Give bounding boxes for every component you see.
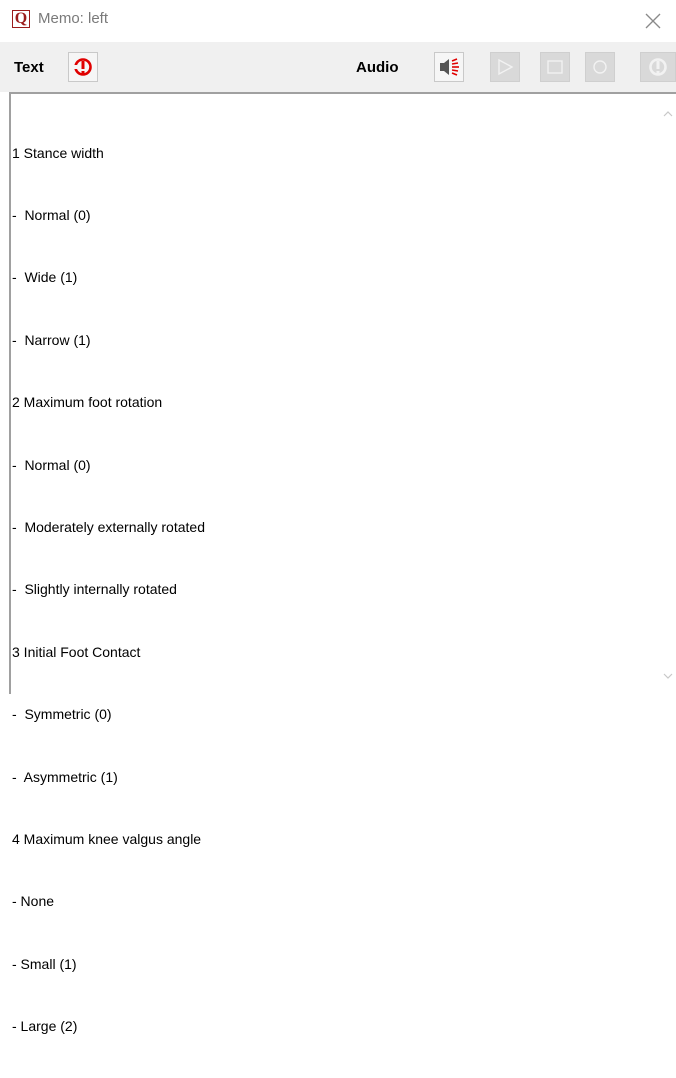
- memo-line: 1 Stance width: [12, 144, 104, 161]
- audio-speak-icon: [649, 58, 667, 76]
- record-button[interactable]: [585, 52, 615, 82]
- close-button[interactable]: [630, 0, 676, 42]
- memo-line: 3 Initial Foot Contact: [12, 643, 141, 660]
- text-speak-icon: [74, 58, 92, 76]
- play-button[interactable]: [490, 52, 520, 82]
- text-label: Text: [14, 59, 44, 76]
- memo-text-area[interactable]: 1 Stance width - Normal (0) - Wide (1) -…: [9, 92, 676, 1034]
- record-icon: [593, 60, 607, 74]
- scroll-up-button[interactable]: [662, 108, 673, 119]
- chevron-up-icon: [663, 110, 672, 116]
- memo-line: - Moderately externally rotated: [12, 518, 205, 535]
- speaker-icon: [440, 58, 459, 76]
- app-logo-icon: Q: [12, 10, 30, 28]
- text-speak-button[interactable]: [68, 52, 98, 82]
- title-bar: Q Memo: left: [0, 0, 676, 42]
- memo-line: - Narrow (1): [12, 331, 91, 348]
- scroll-down-button[interactable]: [662, 670, 673, 681]
- vertical-scrollbar[interactable]: [659, 94, 676, 694]
- memo-line: - Small (1): [12, 955, 77, 972]
- memo-line: - Slightly internally rotated: [12, 581, 177, 598]
- speaker-button[interactable]: [434, 52, 464, 82]
- chevron-down-icon: [663, 673, 672, 679]
- memo-line: - Large (2): [12, 1018, 78, 1035]
- memo-line: 4 Maximum knee valgus angle: [12, 830, 202, 847]
- memo-line: - Symmetric (0): [12, 706, 112, 723]
- toolbar: Text Audio: [0, 42, 676, 92]
- window-title: Memo: left: [38, 10, 109, 27]
- memo-line: - Wide (1): [12, 269, 78, 286]
- memo-line: - Normal (0): [12, 456, 91, 473]
- memo-line: - Asymmetric (1): [12, 768, 118, 785]
- stop-button[interactable]: [540, 52, 570, 82]
- audio-label: Audio: [356, 59, 399, 76]
- stop-icon: [547, 60, 563, 74]
- memo-line: - Normal (0): [12, 206, 91, 223]
- memo-line: - None: [12, 893, 55, 910]
- memo-line: 2 Maximum foot rotation: [12, 394, 163, 411]
- close-icon: [645, 13, 661, 29]
- play-icon: [498, 58, 514, 76]
- memo-lines: 1 Stance width - Normal (0) - Wide (1) -…: [12, 101, 652, 1078]
- audio-speak-button[interactable]: [640, 52, 676, 82]
